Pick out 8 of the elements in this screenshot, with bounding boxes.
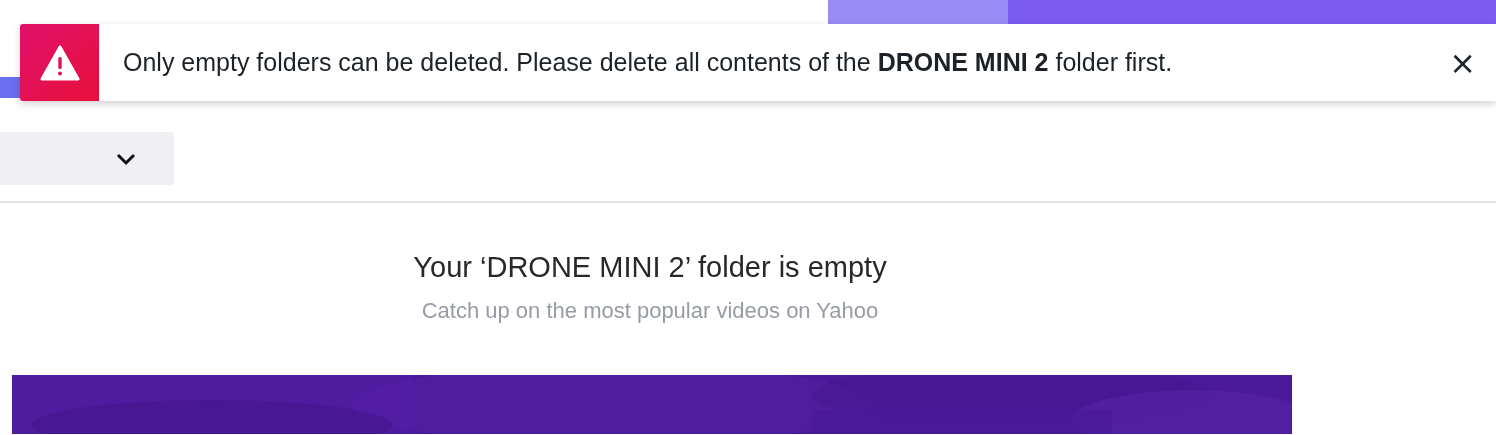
toast-message: Only empty folders can be deleted. Please delete all contents of the DRONE MINI 2 folder first. [123, 48, 1174, 77]
folder-dropdown[interactable] [0, 132, 174, 185]
side-strip [0, 77, 20, 98]
empty-title: Your ‘DRONE MINI 2’ folder is empty [413, 251, 887, 284]
warning-icon [39, 44, 80, 81]
close-button[interactable]: × [1443, 46, 1482, 79]
empty-subtitle: Catch up on the most popular videos on Yahoo [421, 298, 879, 324]
chevron-down-icon [115, 151, 137, 166]
